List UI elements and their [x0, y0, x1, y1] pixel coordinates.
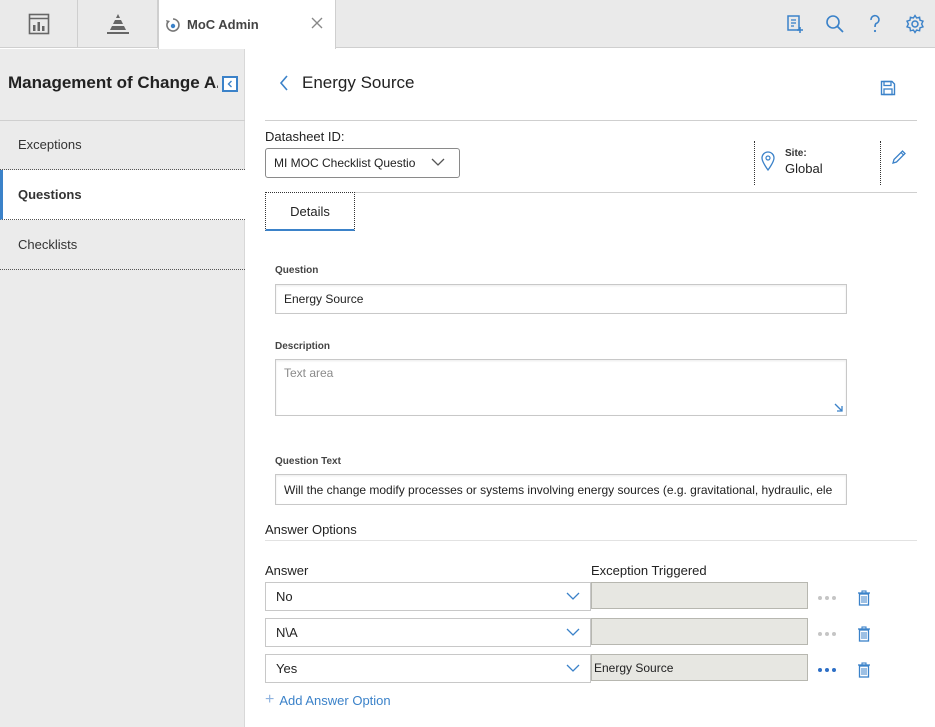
sidebar: Management of Change A... Exceptions Que…	[0, 49, 245, 727]
tab-label: MoC Admin	[187, 17, 259, 32]
close-icon[interactable]	[309, 15, 325, 31]
datasheet-label: Datasheet ID:	[265, 129, 345, 144]
question-value: Energy Source	[284, 292, 364, 306]
chevron-down-icon	[566, 628, 580, 636]
add-document-button[interactable]	[775, 0, 815, 48]
question-text-value: Will the change modify processes or syst…	[284, 482, 833, 497]
sidebar-item-label: Checklists	[18, 237, 78, 252]
search-icon	[826, 15, 844, 33]
exception-column-header: Exception Triggered	[591, 563, 707, 578]
header-divider	[265, 120, 917, 121]
sidebar-item-exceptions[interactable]: Exceptions	[0, 120, 245, 170]
answer-options-divider	[265, 540, 917, 541]
answer-value: N\A	[276, 625, 298, 640]
exception-field: Energy Source	[591, 654, 808, 681]
topbar-actions	[775, 0, 935, 48]
sidebar-item-questions[interactable]: Questions	[0, 170, 245, 220]
description-textarea[interactable]: Text area	[275, 359, 847, 416]
pyramid-icon	[106, 14, 129, 34]
main-content: Energy Source Datasheet ID: MI MOC Check…	[245, 49, 935, 727]
answer-options-title: Answer Options	[265, 522, 357, 537]
answer-select[interactable]: N\A	[265, 618, 591, 647]
plus-icon: +	[265, 691, 275, 708]
resize-handle-icon[interactable]	[834, 403, 843, 412]
asset-strategy-button[interactable]	[78, 0, 158, 48]
trash-icon[interactable]	[857, 590, 871, 606]
answer-select[interactable]: Yes	[265, 654, 591, 683]
question-input[interactable]: Energy Source	[275, 284, 847, 314]
description-label: Description	[275, 341, 331, 352]
save-icon[interactable]	[880, 80, 896, 96]
chevron-down-icon	[566, 592, 580, 600]
site-label: Site:	[785, 148, 807, 159]
exception-field	[591, 618, 808, 645]
exception-field	[591, 582, 808, 609]
description-placeholder: Text area	[284, 366, 334, 380]
answer-value: Yes	[276, 661, 298, 676]
top-bar: MoC Admin	[0, 0, 935, 49]
add-answer-option-label: Add Answer Option	[279, 692, 391, 708]
help-icon	[870, 14, 880, 33]
more-options-icon[interactable]	[818, 665, 836, 675]
tab-moc-admin[interactable]: MoC Admin	[158, 0, 336, 49]
dashboard-button[interactable]	[0, 0, 78, 48]
datasheet-value: MI MOC Checklist Questio	[274, 156, 416, 170]
answer-select[interactable]: No	[265, 582, 591, 611]
site-value: Global	[785, 161, 823, 176]
more-options-icon[interactable]	[818, 593, 836, 603]
sidebar-title: Management of Change A...	[8, 73, 218, 92]
tab-details[interactable]: Details	[265, 192, 355, 231]
page-title: Energy Source	[302, 73, 415, 92]
datasheet-divider	[265, 192, 917, 193]
moc-tab-icon	[166, 17, 180, 32]
location-pin-icon	[761, 151, 775, 171]
question-text-label: Question Text	[275, 456, 341, 467]
answer-value: No	[276, 589, 293, 604]
collapse-sidebar-button[interactable]	[222, 76, 238, 92]
question-text-input[interactable]: Will the change modify processes or syst…	[275, 474, 847, 505]
answer-column-header: Answer	[265, 563, 309, 578]
add-answer-option-button[interactable]: + Add Answer Option	[265, 691, 391, 709]
sidebar-item-checklists[interactable]: Checklists	[0, 220, 245, 270]
chevron-down-icon	[431, 158, 445, 166]
trash-icon[interactable]	[857, 626, 871, 642]
trash-icon[interactable]	[857, 662, 871, 678]
question-label: Question	[275, 265, 319, 276]
settings-button[interactable]	[895, 0, 935, 48]
pencil-icon[interactable]	[891, 149, 907, 165]
sidebar-item-label: Exceptions	[18, 137, 82, 152]
tab-details-label: Details	[290, 203, 330, 219]
datasheet-select[interactable]: MI MOC Checklist Questio	[265, 148, 460, 178]
search-button[interactable]	[815, 0, 855, 48]
dashboard-icon	[28, 13, 49, 35]
more-options-icon[interactable]	[818, 629, 836, 639]
chevron-down-icon	[566, 664, 580, 672]
sidebar-item-label: Questions	[18, 187, 82, 202]
add-document-icon	[787, 15, 803, 33]
help-button[interactable]	[855, 0, 895, 48]
chevron-left-icon	[227, 80, 232, 88]
back-arrow-icon[interactable]	[278, 75, 290, 91]
site-info: Site: Global	[754, 141, 881, 185]
exception-value: Energy Source	[594, 660, 674, 675]
gear-icon	[906, 14, 924, 34]
